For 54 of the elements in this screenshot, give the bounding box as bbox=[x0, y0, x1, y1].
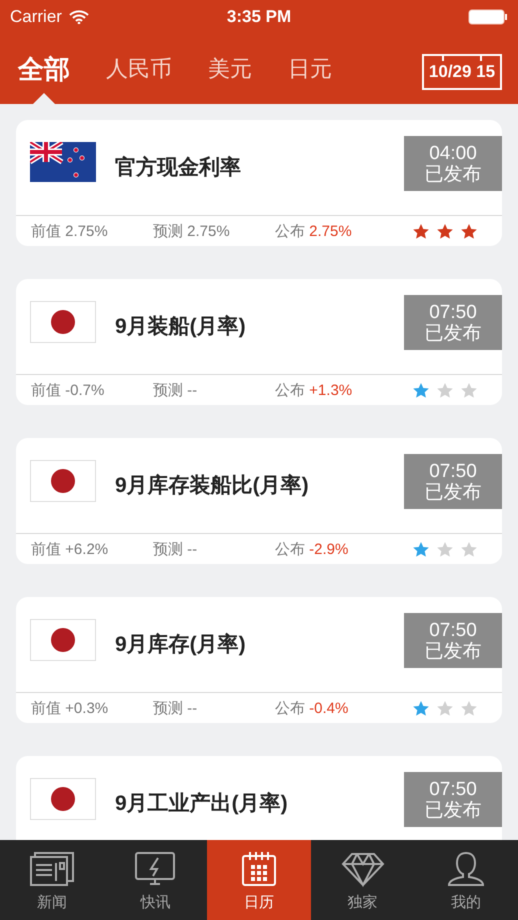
carrier-label: Carrier bbox=[10, 7, 62, 27]
event-card[interactable]: 9月装船(月率) 07:50 已发布 前值 -0.7% 预测 -- 公布 +1.3% bbox=[16, 279, 502, 405]
flag-icon bbox=[30, 619, 96, 661]
release-time-badge: 04:00 已发布 bbox=[404, 136, 502, 191]
actual-value: 公布 +1.3% bbox=[275, 380, 354, 400]
event-title: 9月库存(月率) bbox=[115, 632, 247, 658]
status-time: 3:35 PM bbox=[226, 7, 292, 27]
nav-tab[interactable]: 独家 bbox=[310, 840, 414, 920]
event-title: 9月库存装船比(月率) bbox=[115, 472, 310, 499]
release-time-badge: 07:50 已发布 bbox=[404, 454, 502, 509]
newspaper-icon bbox=[28, 851, 75, 887]
nav-tab[interactable]: 我的 bbox=[414, 840, 518, 920]
star-icon bbox=[437, 542, 453, 556]
flag-icon bbox=[30, 778, 96, 820]
star-icon bbox=[461, 382, 477, 398]
currency-tab[interactable]: 全部 bbox=[18, 34, 70, 104]
event-card[interactable]: 9月库存装船比(月率) 07:50 已发布 前值 +6.2% 预测 -- 公布 -2.9% bbox=[16, 438, 502, 564]
previous-value: 前值 -0.7% bbox=[31, 380, 106, 400]
forecast-value: 预测 -- bbox=[153, 380, 198, 400]
event-card[interactable]: 9月库存(月率) 07:50 已发布 前值 +0.3% 预测 -- 公布 -0.4% bbox=[16, 597, 502, 723]
flag-icon bbox=[30, 142, 96, 182]
actual-value: 公布 2.75% bbox=[275, 222, 353, 240]
event-card[interactable]: 官方现金利率 04:00 已发布 前值 2.75% 预测 2.75% 公布 2.75% bbox=[16, 120, 502, 246]
event-title: 官方现金利率 bbox=[115, 154, 242, 181]
previous-value: 前值 2.75% bbox=[31, 222, 109, 240]
nav-tab[interactable]: 快讯 bbox=[104, 840, 208, 920]
event-card[interactable]: 9月工业产出(月率) 07:50 已发布 bbox=[16, 756, 502, 840]
forecast-value: 预测 -- bbox=[153, 540, 198, 558]
actual-value: 公布 -2.9% bbox=[275, 540, 350, 558]
currency-tab[interactable]: 日元 bbox=[288, 34, 332, 104]
star-icon bbox=[437, 700, 453, 716]
nav-tab[interactable]: 日历 bbox=[207, 840, 311, 920]
event-title: 9月工业产出(月率) bbox=[115, 790, 289, 817]
star-icon bbox=[461, 700, 477, 716]
actual-value: 公布 -0.4% bbox=[275, 698, 350, 718]
star-icon bbox=[437, 382, 453, 398]
event-title: 9月装船(月率) bbox=[115, 314, 247, 340]
previous-value: 前值 +6.2% bbox=[31, 540, 110, 558]
flag-icon bbox=[30, 460, 96, 502]
date-button[interactable]: 10/29 15 bbox=[422, 54, 502, 90]
release-time-badge: 07:50 已发布 bbox=[404, 772, 502, 827]
wifi-icon bbox=[68, 10, 89, 24]
diamond-icon bbox=[340, 851, 386, 887]
flag-icon bbox=[30, 301, 96, 343]
star-icon bbox=[461, 542, 477, 556]
forecast-value: 预测 2.75% bbox=[153, 222, 231, 240]
battery-icon bbox=[468, 9, 508, 25]
release-time-badge: 07:50 已发布 bbox=[404, 613, 502, 668]
forecast-value: 预测 -- bbox=[153, 698, 198, 718]
currency-tab[interactable]: 美元 bbox=[208, 34, 252, 104]
currency-tab[interactable]: 人民币 bbox=[106, 34, 172, 104]
nav-tab[interactable]: 新闻 bbox=[0, 840, 104, 920]
previous-value: 前值 +0.3% bbox=[31, 698, 110, 718]
release-time-badge: 07:50 已发布 bbox=[404, 295, 502, 350]
